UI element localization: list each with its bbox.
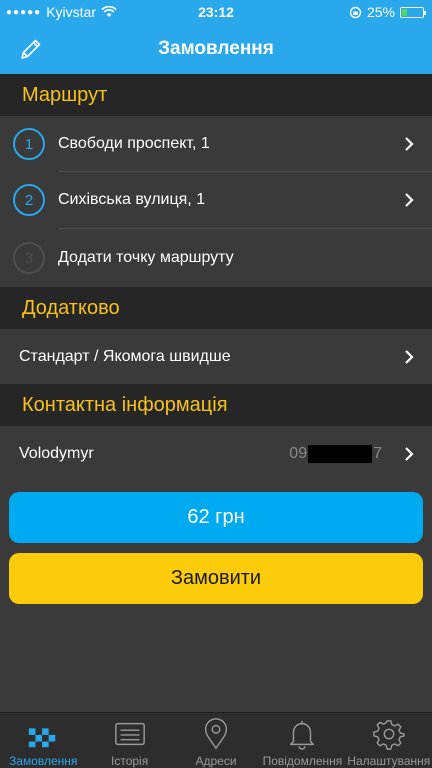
add-route-point-button[interactable]: 3 Додати точку маршруту [0, 229, 432, 287]
tab-history[interactable]: Історія [86, 713, 172, 768]
chevron-right-icon [405, 137, 414, 151]
tab-bar: Замовлення Історія Адреси Повідомлення Н… [0, 712, 432, 768]
section-route-header: Маршрут [0, 74, 432, 116]
gear-icon [373, 720, 405, 750]
phone-redaction-mask [308, 445, 373, 463]
order-button[interactable]: Замовити [9, 553, 423, 604]
tab-label: Історія [111, 754, 149, 768]
chevron-right-icon [405, 193, 414, 207]
phone-prefix: 09 [289, 445, 308, 462]
route-point-label: Свободи проспект, 1 [58, 135, 210, 152]
battery-level [402, 8, 407, 16]
tab-label: Налаштування [347, 754, 431, 768]
phone-suffix: 7 [373, 445, 382, 462]
add-route-point-label: Додати точку маршруту [58, 249, 234, 266]
route-point-label: Сихівська вулиця, 1 [58, 191, 206, 208]
price-button[interactable]: 62 грн [9, 492, 423, 543]
tab-label: Повідомлення [262, 754, 343, 768]
route-point-1[interactable]: 1 Свободи проспект, 1 [0, 116, 432, 172]
contact-row[interactable]: Volodymyr 09 7 [0, 426, 432, 482]
tab-orders[interactable]: Замовлення [0, 713, 86, 768]
page-title: Замовлення [158, 38, 274, 59]
tab-settings[interactable]: Налаштування [346, 713, 432, 768]
battery-percent: 25% [366, 4, 395, 20]
map-pin-icon [204, 718, 228, 750]
tab-label: Адреси [195, 754, 237, 768]
route-point-2[interactable]: 2 Сихівська вулиця, 1 [0, 172, 432, 228]
list-icon [114, 722, 145, 746]
contact-name: Volodymyr [19, 445, 94, 462]
nav-bar: Замовлення [0, 24, 432, 74]
contact-phone: 09 7 [289, 445, 382, 463]
chevron-right-icon [405, 447, 414, 461]
tab-addresses[interactable]: Адреси [173, 713, 259, 768]
orientation-lock-icon [349, 6, 362, 18]
section-extra-header: Додатково [0, 287, 432, 329]
service-option-row[interactable]: Стандарт / Якомога швидше [0, 329, 432, 384]
section-contact-header: Контактна інформація [0, 384, 432, 426]
taxi-checker-icon [29, 728, 56, 748]
route-point-number: 1 [13, 128, 45, 160]
bell-icon [290, 720, 315, 750]
status-bar: ●●●●● Kyivstar 23:12 25% [0, 0, 432, 24]
service-option-label: Стандарт / Якомога швидше [19, 347, 231, 365]
chevron-right-icon [405, 349, 414, 364]
tab-notifications[interactable]: Повідомлення [259, 713, 345, 768]
route-point-number: 2 [13, 184, 45, 216]
route-point-number: 3 [13, 242, 45, 274]
tab-label: Замовлення [9, 754, 78, 768]
battery-icon [400, 6, 426, 18]
